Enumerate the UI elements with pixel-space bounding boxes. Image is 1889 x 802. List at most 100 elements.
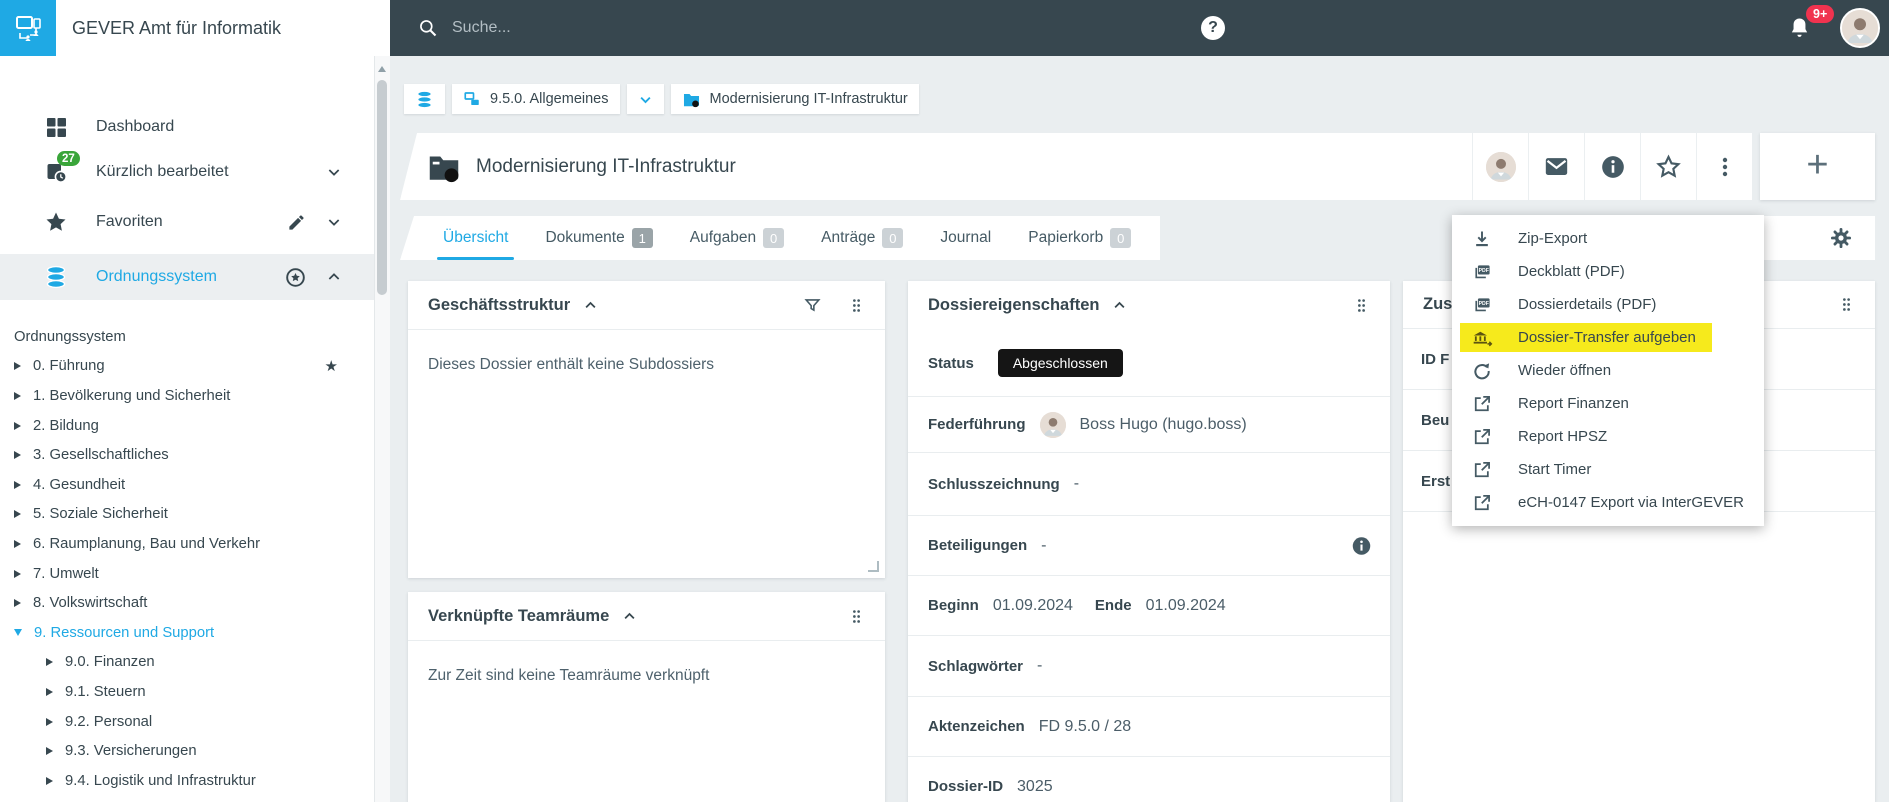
context-menu: Zip-Export PDF Deckblatt (PDF) PDF Dossierde… [1452, 215, 1764, 526]
menu-item-start-timer[interactable]: Start Timer [1452, 453, 1764, 486]
tree-item[interactable]: 0. Führung ★ [0, 352, 374, 382]
chevron-up-icon[interactable] [326, 269, 342, 285]
help-button[interactable]: ? [1201, 16, 1225, 40]
menu-item-report-hpsz[interactable]: Report HPSZ [1452, 420, 1764, 453]
drag-handle-icon[interactable] [1353, 296, 1370, 315]
caret-right-icon[interactable] [14, 480, 21, 489]
caret-right-icon[interactable] [14, 362, 21, 371]
tab-papierkorb[interactable]: Papierkorb 0 [1028, 216, 1132, 260]
menu-item-zip-export[interactable]: Zip-Export [1452, 222, 1764, 255]
tab-count-badge: 1 [631, 228, 653, 248]
user-avatar[interactable] [1840, 8, 1880, 48]
more-actions-button[interactable] [1696, 133, 1752, 200]
breadcrumb-expand[interactable] [626, 84, 664, 114]
info-icon[interactable] [1351, 535, 1372, 556]
tab-zugriff[interactable]: Zugriff [1168, 216, 1212, 260]
scrollbar-thumb[interactable] [377, 80, 387, 295]
breadcrumb-level2[interactable]: Modernisierung IT-Infrastruktur [670, 84, 919, 114]
sidebar-item-dashboard[interactable]: Dashboard [0, 105, 374, 149]
caret-right-icon[interactable] [14, 391, 21, 400]
tree-item-label: 7. Umwelt [33, 565, 99, 582]
chevron-down-icon[interactable] [326, 164, 342, 180]
chevron-down-icon[interactable] [326, 214, 342, 230]
tree-item[interactable]: 5. Soziale Sicherheit [0, 500, 374, 530]
add-card[interactable]: + [1760, 133, 1875, 200]
tree-item[interactable]: 8. Volkswirtschaft [0, 588, 374, 618]
menu-item-deckblatt-pdf-[interactable]: PDF Deckblatt (PDF) [1452, 255, 1764, 288]
caret-right-icon[interactable] [14, 510, 21, 519]
tree-item[interactable]: 9.4. Logistik und Infrastruktur [0, 766, 374, 796]
breadcrumb-level1[interactable]: 9.5.0. Allgemeines [452, 84, 620, 114]
caret-right-icon[interactable] [46, 717, 53, 726]
caret-right-icon[interactable] [46, 658, 53, 667]
tree-item[interactable]: 3. Gesellschaftliches [0, 440, 374, 470]
menu-item-dossierdetails-pdf-[interactable]: PDF Dossierdetails (PDF) [1452, 288, 1764, 321]
tree-item-label: 5. Soziale Sicherheit [33, 506, 168, 523]
breadcrumb-root[interactable] [404, 84, 445, 114]
caret-right-icon[interactable] [46, 687, 53, 696]
menu-item-dossier-transfer-aufgeben[interactable]: Dossier-Transfer aufgeben [1452, 321, 1764, 354]
menu-item-label: Zip-Export [1518, 230, 1588, 247]
tree-item[interactable]: 9.1. Steuern [0, 677, 374, 707]
collapse-chevron-icon[interactable] [583, 298, 598, 313]
caret-right-icon[interactable] [14, 599, 21, 608]
collapse-chevron-icon[interactable] [622, 609, 637, 624]
property-label: Schlusszeichnung [928, 475, 1060, 493]
filter-icon[interactable] [803, 296, 822, 315]
tree-item[interactable]: 2. Bildung [0, 411, 374, 441]
mail-button[interactable] [1528, 133, 1584, 200]
sidebar-item-ordnungssystem[interactable]: Ordnungssystem [0, 254, 374, 300]
owner-avatar[interactable] [1472, 133, 1528, 200]
drag-handle-icon[interactable] [848, 296, 865, 315]
tab-dokumente[interactable]: Dokumente 1 [545, 216, 653, 260]
menu-item-label: Deckblatt (PDF) [1518, 263, 1625, 280]
tree-item-label: 9.3. Versicherungen [65, 743, 197, 760]
ordnungssystem-tree: Ordnungssystem 0. Führung ★ 1. Bevölkerung… [0, 322, 374, 796]
tree-item[interactable]: 9. Ressourcen und Support [0, 618, 374, 648]
info-button[interactable] [1584, 133, 1640, 200]
caret-down-icon[interactable] [14, 629, 22, 637]
panel-title: Zus [1423, 295, 1453, 313]
notification-count-badge: 9+ [1806, 5, 1835, 23]
help-icon: ? [1208, 19, 1218, 36]
menu-item-label: Report Finanzen [1518, 395, 1629, 412]
property-row-beginn: Beginn 01.09.2024 Ende 01.09.2024 [908, 575, 1390, 635]
favorite-button[interactable] [1640, 133, 1696, 200]
tab-aufgaben[interactable]: Aufgaben 0 [689, 216, 785, 260]
menu-item-report-finanzen[interactable]: Report Finanzen [1452, 387, 1764, 420]
tree-item[interactable]: 9.3. Versicherungen [0, 736, 374, 766]
global-search[interactable] [418, 0, 754, 56]
app-logo-icon[interactable] [0, 0, 56, 56]
resize-handle[interactable] [868, 561, 879, 572]
tree-item-label: 9.1. Steuern [65, 683, 146, 700]
caret-right-icon[interactable] [46, 776, 53, 785]
tab-antr-ge[interactable]: Anträge 0 [821, 216, 904, 260]
tab-journal[interactable]: Journal [940, 216, 991, 260]
sidebar-item-favorites[interactable]: Favoriten [0, 200, 374, 244]
sidebar-item-recent[interactable]: 27 Kürzlich bearbeitet [0, 150, 374, 194]
tree-item[interactable]: 1. Bevölkerung und Sicherheit [0, 381, 374, 411]
tree-item[interactable]: 9.2. Personal [0, 707, 374, 737]
tree-item[interactable]: 9.0. Finanzen [0, 648, 374, 678]
caret-right-icon[interactable] [14, 451, 21, 460]
tree-item[interactable]: 4. Gesundheit [0, 470, 374, 500]
menu-item-wieder-ffnen[interactable]: Wieder öffnen [1452, 354, 1764, 387]
tab-label: Journal [940, 229, 992, 246]
tab--bersicht[interactable]: Übersicht [436, 216, 515, 260]
collapse-chevron-icon[interactable] [1112, 298, 1127, 313]
drag-handle-icon[interactable] [1838, 295, 1855, 314]
caret-right-icon[interactable] [14, 569, 21, 578]
scroll-up-arrow-icon[interactable] [378, 66, 386, 72]
caret-right-icon[interactable] [14, 539, 21, 548]
menu-item-ech-0147-export-via-intergever[interactable]: eCH-0147 Export via InterGEVER [1452, 486, 1764, 519]
caret-right-icon[interactable] [14, 421, 21, 430]
tab-label: Aufgaben [689, 229, 757, 246]
drag-handle-icon[interactable] [848, 607, 865, 626]
tree-item[interactable]: 7. Umwelt [0, 559, 374, 589]
caret-right-icon[interactable] [46, 747, 53, 756]
circle-star-icon[interactable] [285, 267, 306, 288]
search-input[interactable] [450, 18, 754, 38]
edit-pencil-icon[interactable] [287, 213, 306, 232]
tree-item[interactable]: 6. Raumplanung, Bau und Verkehr [0, 529, 374, 559]
sidebar-scrollbar[interactable] [374, 56, 390, 802]
